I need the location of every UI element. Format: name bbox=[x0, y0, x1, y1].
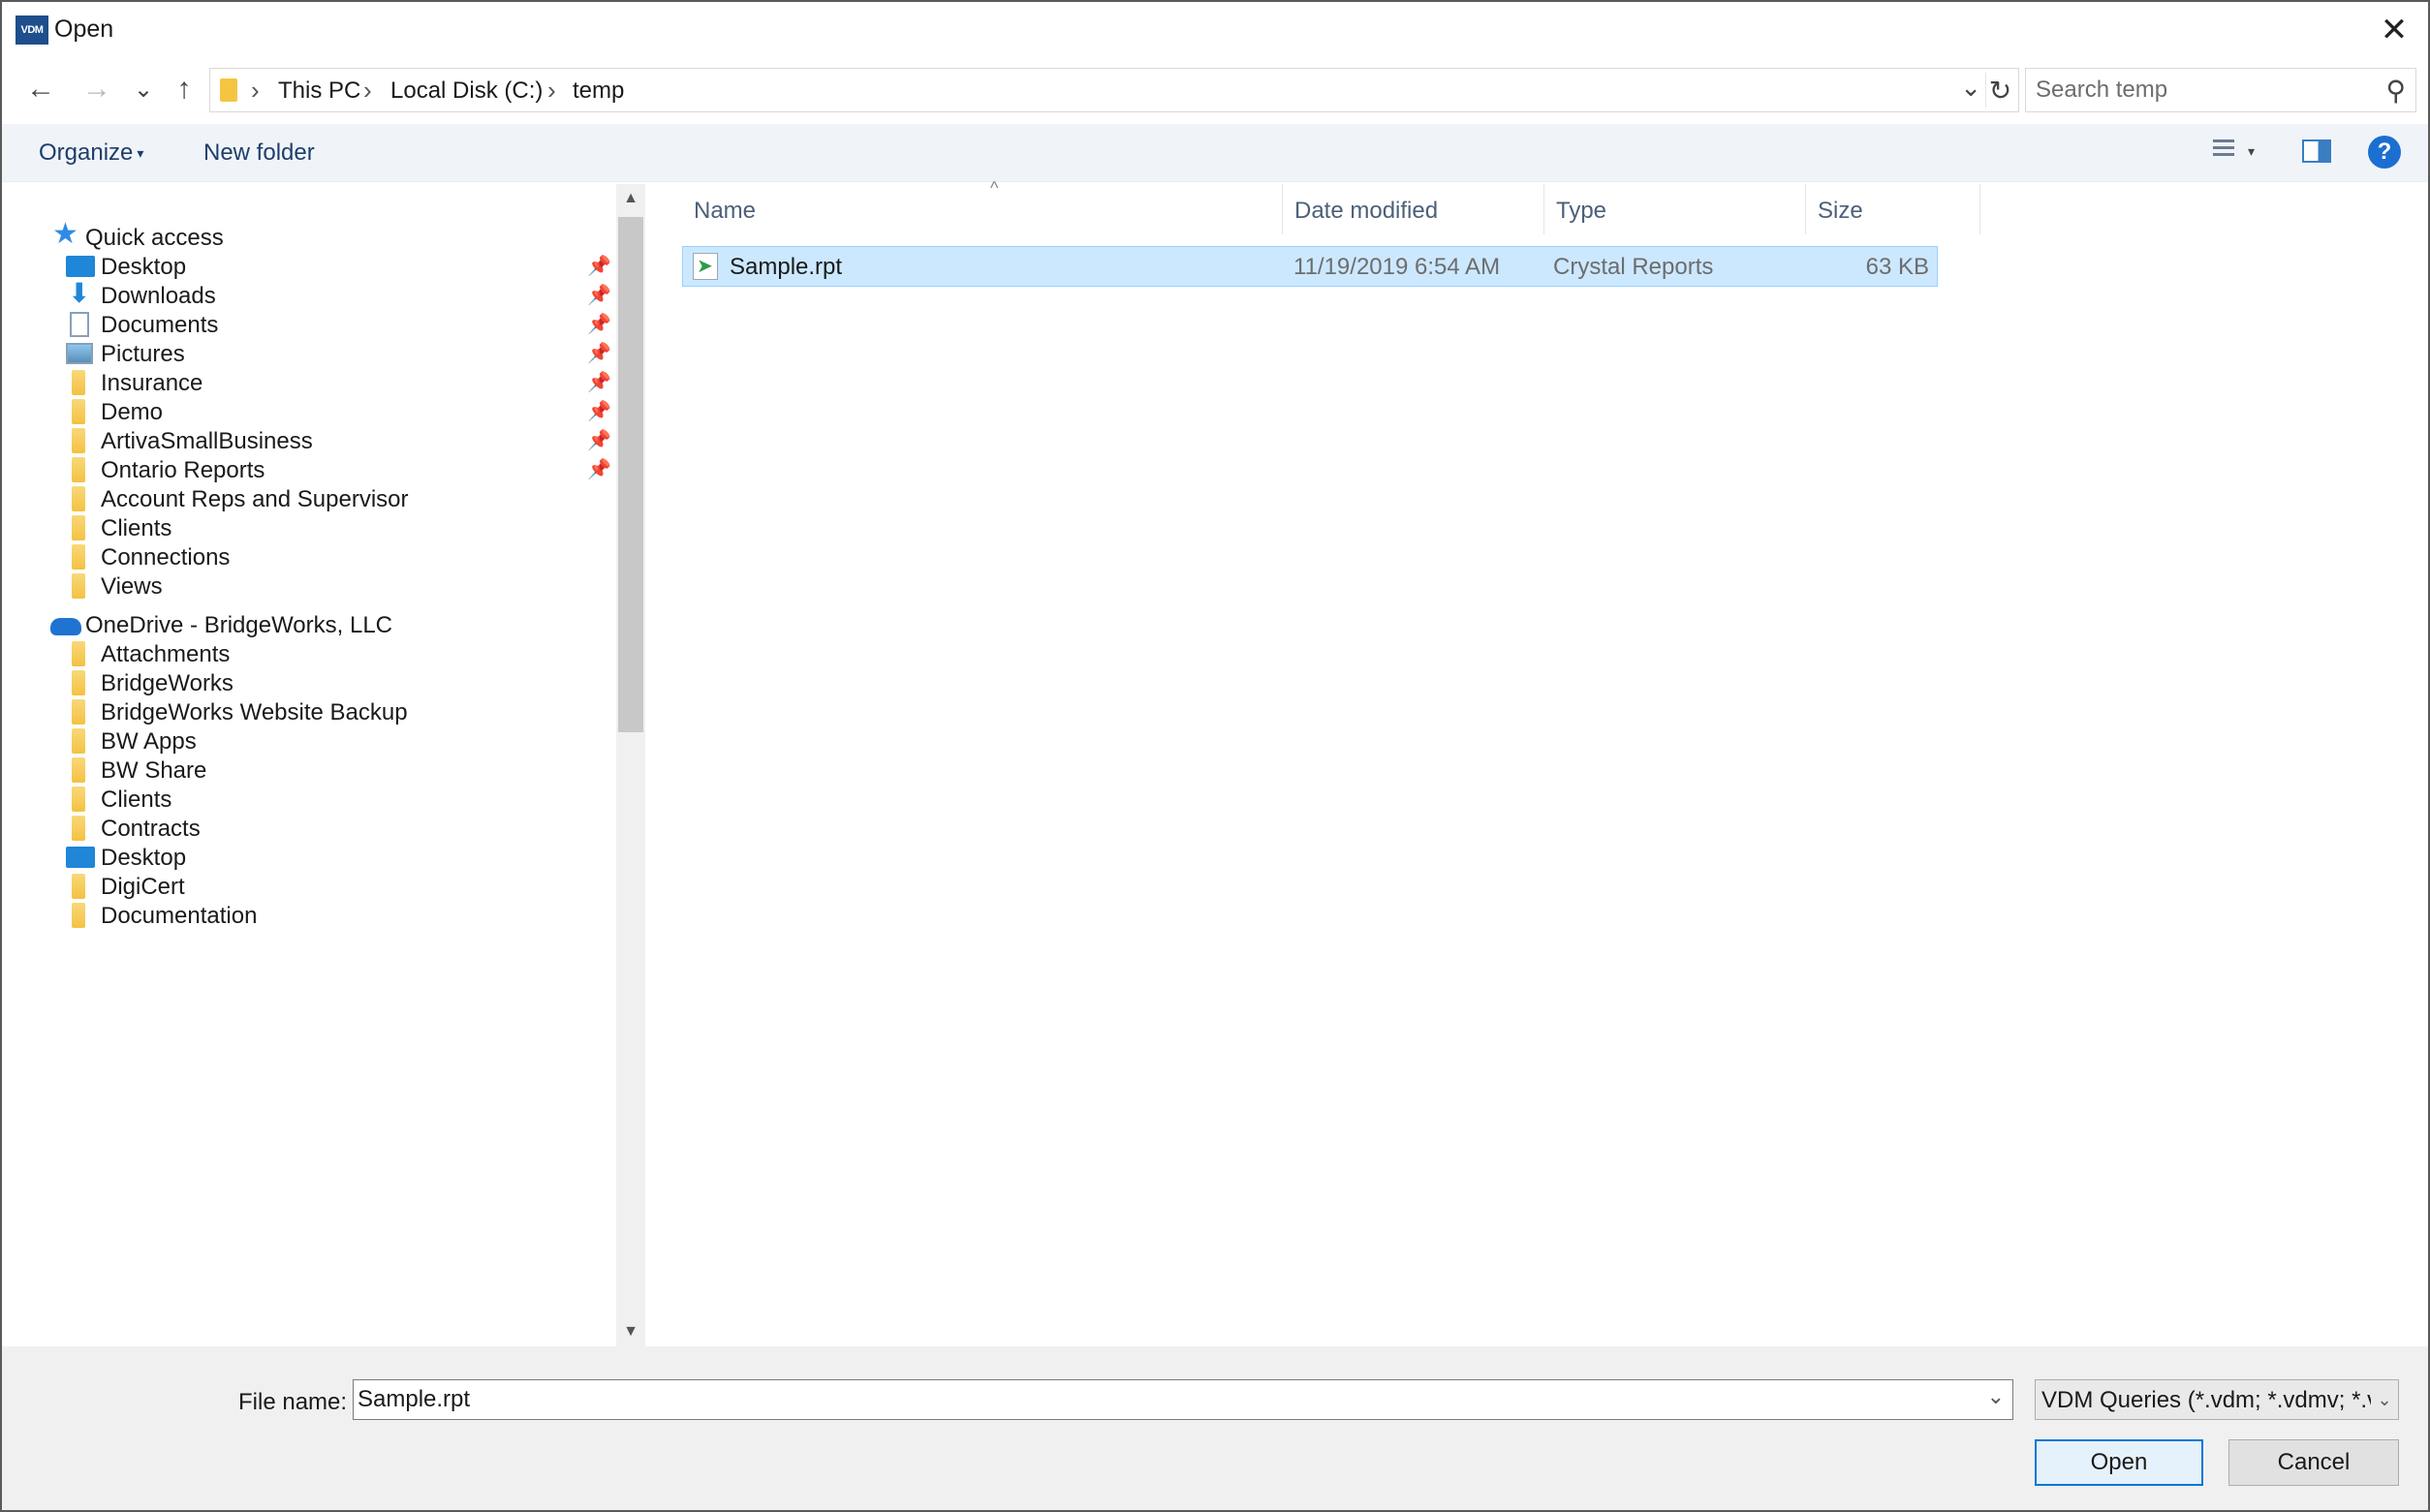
help-icon[interactable]: ? bbox=[2368, 136, 2401, 169]
scroll-down-icon[interactable]: ▼ bbox=[616, 1317, 645, 1346]
up-button[interactable]: ↑ bbox=[165, 70, 203, 108]
folder-icon bbox=[220, 78, 237, 102]
address-dropdown-icon[interactable]: ⌄ bbox=[1960, 73, 1981, 103]
breadcrumb-this-pc[interactable]: This PC bbox=[278, 77, 360, 105]
back-button[interactable]: ← bbox=[21, 70, 60, 108]
app-icon: VDM bbox=[16, 15, 48, 45]
scroll-thumb[interactable] bbox=[618, 217, 643, 732]
file-name-label: File name: bbox=[238, 1389, 348, 1415]
folder-icon bbox=[72, 573, 85, 599]
file-type-filter-value: VDM Queries (*.vdm; *.vdmv; *.vdmq) bbox=[2041, 1387, 2399, 1413]
file-name: Sample.rpt bbox=[730, 254, 843, 280]
search-input[interactable] bbox=[2036, 77, 2355, 104]
chevron-down-icon: ▾ bbox=[137, 145, 144, 162]
open-button[interactable]: Open bbox=[2035, 1439, 2203, 1486]
organize-button[interactable]: Organize ▾ bbox=[39, 139, 143, 167]
chevron-down-icon[interactable]: ⌄ bbox=[1987, 1384, 2005, 1409]
search-box[interactable]: ⚲ bbox=[2025, 68, 2416, 112]
refresh-button[interactable]: ↻ bbox=[1985, 73, 2014, 108]
navigation-bar: ← → ⌄ ↑ › This PC › Local Disk (C:) › te… bbox=[2, 62, 2428, 118]
open-dialog: VDM Open ✕ ← → ⌄ ↑ › This PC › Local Dis… bbox=[0, 0, 2430, 1512]
column-header-label: Type bbox=[1556, 198, 1607, 224]
preview-pane-icon[interactable] bbox=[2302, 139, 2331, 163]
change-view-icon[interactable] bbox=[2207, 139, 2236, 165]
command-toolbar: Organize ▾ New folder ▾ bbox=[2, 124, 2428, 182]
dialog-footer: File name: ⌄ VDM Queries (*.vdm; *.vdmv;… bbox=[2, 1346, 2428, 1510]
column-header-label: Date modified bbox=[1294, 198, 1439, 224]
downloads-icon: ⬇ bbox=[68, 278, 91, 308]
window-title: Open bbox=[54, 15, 114, 43]
sidebar-item-label: Documentation bbox=[101, 903, 258, 929]
breadcrumb-separator-icon: › bbox=[251, 76, 260, 105]
address-bar[interactable]: › This PC › Local Disk (C:) › temp ⌄ ↻ bbox=[209, 68, 2019, 112]
file-type-filter-select[interactable]: VDM Queries (*.vdm; *.vdmv; *.vdmq) ⌄ bbox=[2035, 1379, 2399, 1420]
crystal-report-file-icon bbox=[693, 253, 718, 280]
breadcrumb-local-disk[interactable]: Local Disk (C:) bbox=[390, 77, 543, 105]
view-options-chevron-icon[interactable]: ▾ bbox=[2248, 143, 2255, 160]
column-header-name[interactable]: Name ^ bbox=[682, 178, 1283, 234]
file-row[interactable]: Sample.rpt 11/19/2019 6:54 AM Crystal Re… bbox=[682, 246, 1938, 287]
column-header-label: Size bbox=[1818, 198, 1863, 224]
search-icon[interactable]: ⚲ bbox=[2385, 75, 2406, 107]
forward-button[interactable]: → bbox=[78, 70, 116, 108]
organize-label: Organize bbox=[39, 139, 134, 166]
breadcrumb-temp[interactable]: temp bbox=[573, 77, 624, 105]
new-folder-button[interactable]: New folder bbox=[203, 139, 315, 167]
scroll-up-icon[interactable]: ▲ bbox=[616, 184, 645, 213]
sidebar-item-label: Views bbox=[101, 573, 163, 600]
breadcrumb-separator-icon[interactable]: › bbox=[547, 76, 556, 106]
sort-ascending-icon: ^ bbox=[990, 178, 999, 198]
cancel-button[interactable]: Cancel bbox=[2228, 1439, 2399, 1486]
file-type: Crystal Reports bbox=[1553, 254, 1714, 280]
column-header-label: Name bbox=[694, 198, 757, 224]
column-header-size[interactable]: Size bbox=[1806, 184, 1980, 234]
sidebar-item-documentation[interactable]: Documentation bbox=[2, 893, 622, 938]
title-bar: VDM Open ✕ bbox=[2, 2, 2428, 58]
recent-locations-button[interactable]: ⌄ bbox=[124, 70, 163, 108]
folder-icon bbox=[72, 903, 85, 928]
file-size: 63 KB bbox=[1865, 254, 1929, 280]
chevron-down-icon[interactable]: ⌄ bbox=[2371, 1380, 2398, 1419]
star-icon: ★ bbox=[52, 218, 78, 250]
column-header-type[interactable]: Type bbox=[1544, 184, 1806, 234]
close-button[interactable]: ✕ bbox=[2360, 2, 2428, 58]
breadcrumb-separator-icon[interactable]: › bbox=[363, 76, 372, 106]
navigation-pane: ★ Quick access Desktop 📌 ⬇ Downloads 📌 D… bbox=[2, 184, 645, 1346]
file-date-modified: 11/19/2019 6:54 AM bbox=[1293, 254, 1501, 280]
column-header-date-modified[interactable]: Date modified bbox=[1283, 184, 1544, 234]
file-name-combobox[interactable]: ⌄ bbox=[353, 1379, 2013, 1420]
file-list-pane: Name ^ Date modified Type Size Sample.rp… bbox=[647, 178, 2428, 1346]
navigation-scrollbar[interactable]: ▲ ▼ bbox=[616, 184, 645, 1346]
file-name-field[interactable] bbox=[358, 1386, 1966, 1413]
